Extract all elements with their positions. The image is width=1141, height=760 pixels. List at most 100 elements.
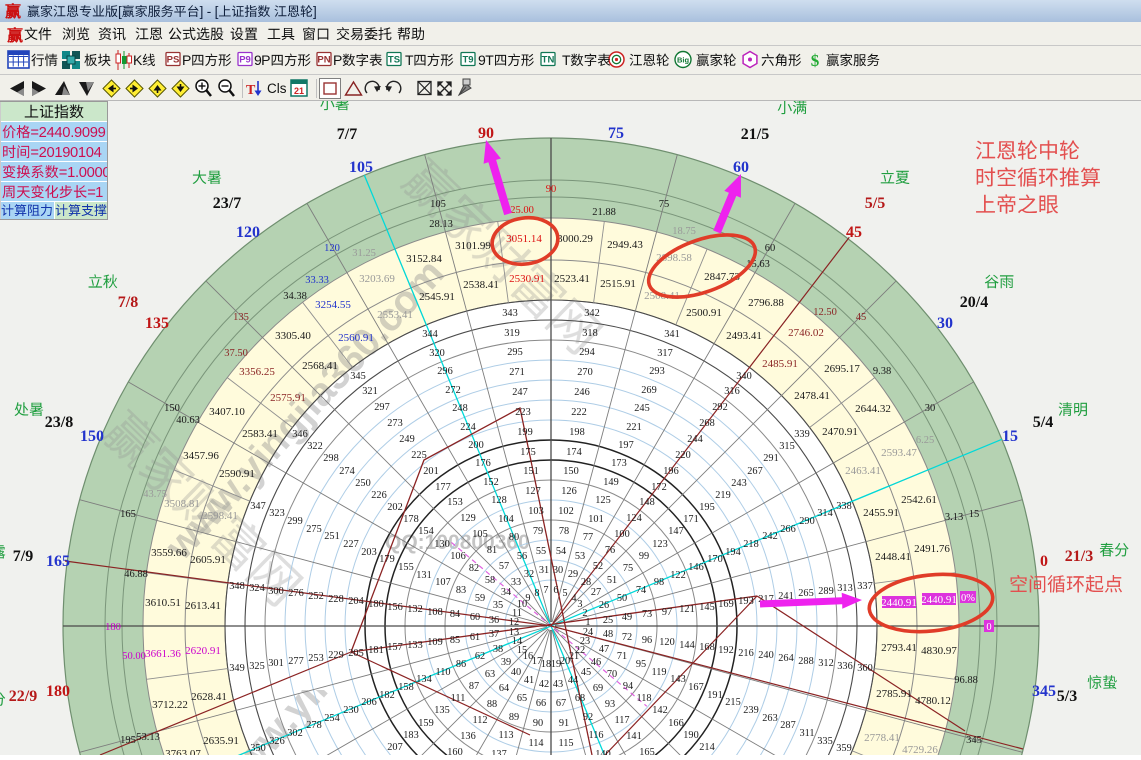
svg-text:2635.91: 2635.91 (203, 735, 239, 747)
svg-text:K: K (133, 52, 143, 68)
svg-text:340: 340 (736, 371, 751, 382)
svg-text:2: 2 (582, 608, 587, 619)
svg-text:60: 60 (765, 243, 776, 254)
svg-text:117: 117 (614, 715, 629, 726)
svg-text:3: 3 (577, 599, 582, 610)
svg-text:190: 190 (683, 730, 698, 741)
svg-text:[: [ (118, 4, 122, 19)
svg-text:295: 295 (507, 347, 522, 358)
svg-text:299: 299 (287, 516, 302, 527)
svg-text:79: 79 (533, 526, 543, 537)
svg-text:2620.91: 2620.91 (185, 645, 221, 657)
svg-text:38: 38 (493, 644, 503, 655)
svg-text:348: 348 (229, 581, 244, 592)
svg-text:45: 45 (846, 224, 862, 241)
svg-text:TS: TS (388, 55, 400, 66)
svg-text:156: 156 (387, 602, 402, 613)
svg-text:135: 135 (145, 315, 169, 332)
svg-text:252: 252 (308, 591, 323, 602)
svg-text:24: 24 (583, 627, 593, 638)
svg-text:227: 227 (343, 539, 358, 550)
svg-text:320: 320 (429, 348, 444, 359)
svg-text:126: 126 (561, 486, 576, 497)
svg-text:42: 42 (539, 679, 549, 690)
svg-text:150: 150 (563, 466, 578, 477)
svg-text:244: 244 (687, 434, 702, 445)
svg-text:84: 84 (450, 609, 460, 620)
svg-text:59: 59 (475, 593, 485, 604)
svg-text:177: 177 (435, 482, 450, 493)
svg-text:2568.41: 2568.41 (302, 360, 338, 372)
svg-text:94: 94 (623, 681, 633, 692)
svg-text:247: 247 (512, 387, 527, 398)
svg-text:343: 343 (502, 308, 517, 319)
svg-text:341: 341 (664, 329, 679, 340)
svg-text:195: 195 (120, 735, 136, 746)
svg-text:141: 141 (626, 731, 641, 742)
svg-text:360: 360 (857, 663, 872, 674)
svg-text:2523.41: 2523.41 (554, 273, 590, 285)
svg-text:75: 75 (659, 199, 670, 210)
svg-text:56: 56 (517, 551, 527, 562)
svg-text:176: 176 (475, 458, 490, 469)
svg-text:18.75: 18.75 (672, 226, 696, 237)
svg-text:149: 149 (603, 477, 618, 488)
svg-text:158: 158 (398, 682, 413, 693)
svg-text:253: 253 (308, 653, 323, 664)
svg-text:2793.41: 2793.41 (881, 642, 917, 654)
svg-text:30: 30 (925, 403, 936, 414)
svg-text:88: 88 (487, 699, 497, 710)
svg-text:130: 130 (434, 539, 449, 550)
svg-text:3203.69: 3203.69 (359, 273, 395, 285)
svg-text:9P: 9P (254, 52, 270, 68)
svg-text:168: 168 (699, 642, 714, 653)
svg-text:297: 297 (374, 402, 389, 413)
svg-text:152: 152 (483, 477, 498, 488)
svg-text:=20190104: =20190104 (30, 145, 101, 161)
svg-text:2949.43: 2949.43 (607, 239, 643, 251)
svg-text:77: 77 (583, 532, 593, 543)
svg-text:230: 230 (343, 705, 358, 716)
svg-text:83: 83 (456, 585, 466, 596)
svg-text:26: 26 (599, 600, 609, 611)
svg-text:39: 39 (501, 657, 511, 668)
svg-text:316: 316 (724, 386, 739, 397)
svg-text:150: 150 (80, 428, 104, 445)
svg-text:165: 165 (120, 509, 136, 520)
svg-text:85: 85 (450, 635, 460, 646)
svg-text:97: 97 (662, 607, 672, 618)
svg-text:106: 106 (450, 551, 465, 562)
svg-text:3051.14: 3051.14 (506, 233, 542, 245)
svg-text:242: 242 (762, 531, 777, 542)
svg-text:53.13: 53.13 (136, 732, 160, 743)
svg-text:120: 120 (324, 243, 340, 254)
svg-text:65: 65 (517, 693, 527, 704)
svg-text:3152.84: 3152.84 (406, 253, 442, 265)
svg-text:2538.41: 2538.41 (463, 279, 499, 291)
svg-text:2575.91: 2575.91 (270, 392, 306, 404)
svg-text:2515.91: 2515.91 (600, 278, 636, 290)
svg-text:345: 345 (966, 735, 982, 746)
svg-text:142: 142 (652, 705, 667, 716)
svg-text:192: 192 (718, 645, 733, 656)
svg-text:110: 110 (435, 667, 450, 678)
svg-text:2628.41: 2628.41 (191, 691, 227, 703)
svg-text:7/7: 7/7 (337, 126, 357, 143)
svg-text:3763.07: 3763.07 (165, 748, 201, 755)
svg-text:287: 287 (780, 720, 795, 731)
svg-text:3508.81: 3508.81 (164, 498, 200, 510)
svg-text:82: 82 (469, 563, 479, 574)
svg-text:51: 51 (607, 575, 617, 586)
svg-text:206: 206 (361, 697, 376, 708)
svg-text:2644.32: 2644.32 (855, 403, 891, 415)
svg-text:68: 68 (575, 693, 585, 704)
svg-text:5/5: 5/5 (865, 195, 885, 212)
svg-text:347: 347 (250, 501, 265, 512)
svg-text:180: 180 (46, 683, 70, 700)
svg-text:100: 100 (614, 529, 629, 540)
svg-text:46: 46 (591, 657, 601, 668)
svg-text:119: 119 (651, 667, 666, 678)
svg-text:250: 250 (355, 478, 370, 489)
svg-text:132: 132 (407, 604, 422, 615)
svg-text:301: 301 (268, 658, 283, 669)
